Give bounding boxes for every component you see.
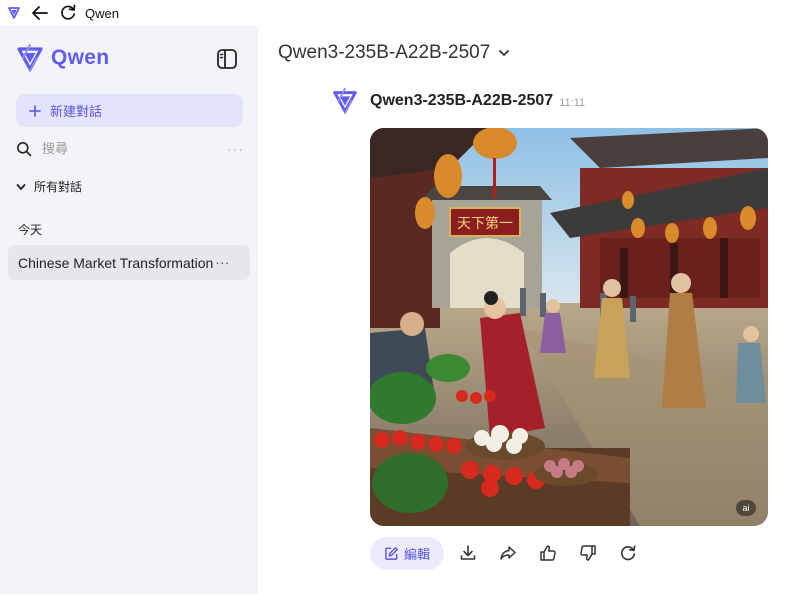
share-icon [500,546,516,560]
download-icon [460,545,476,560]
message-header: Qwen3-235B-A22B-2507 11:11 [330,86,585,116]
reload-icon [61,4,76,20]
thumbs-down-icon [580,545,596,561]
thumbs-up-button[interactable] [538,543,558,563]
edit-button[interactable]: 編輯 [370,536,444,570]
plus-icon [28,104,42,118]
qwen-logo-icon [17,44,43,72]
ai-generated-badge: ai [736,500,756,516]
chat-item-title: Chinese Market Transformation [18,254,214,271]
edit-icon [385,546,398,560]
regenerate-icon [620,545,636,561]
new-chat-label: 新建對話 [50,104,103,119]
sidebar: Qwen 新建對話 ··· 所有對話 今天 Chinese Market Tra… [0,26,258,594]
all-chats-label: 所有對話 [34,180,83,194]
qwen-app-icon [5,4,23,22]
message-actions: 編輯 [370,536,638,570]
share-button[interactable] [498,543,518,563]
section-heading-today: 今天 [18,223,43,237]
edit-label: 編輯 [403,546,430,562]
search-input[interactable] [42,141,202,157]
model-name: Qwen3-235B-A22B-2507 [278,42,491,63]
market-scene-illustration: 天下第一 [370,128,768,526]
model-selector[interactable]: Qwen3-235B-A22B-2507 [278,42,510,64]
window-title: Qwen [85,5,119,21]
download-button[interactable] [458,543,478,563]
sidebar-toggle-button[interactable] [214,46,240,72]
window-titlebar: Qwen [0,0,800,26]
gate-sign-text: 天下第一 [457,215,513,232]
generated-image[interactable]: 天下第一 ai [370,128,768,526]
new-chat-button[interactable]: 新建對話 [16,94,243,127]
reload-button[interactable] [57,2,79,24]
thumbs-down-button[interactable] [578,543,598,563]
chat-list-item[interactable]: Chinese Market Transformation ··· [8,245,250,280]
sidebar-toggle-icon [217,49,237,69]
brand[interactable]: Qwen [14,42,109,74]
arrow-left-icon [32,6,48,20]
all-chats-toggle[interactable]: 所有對話 [16,178,82,195]
thumbs-up-icon [540,545,556,561]
regenerate-button[interactable] [618,543,638,563]
message-sender: Qwen3-235B-A22B-2507 [370,92,554,109]
chat-item-more-button[interactable]: ··· [215,255,230,270]
search-more-button[interactable]: ··· [227,141,244,157]
chevron-down-icon [16,183,26,190]
chevron-down-icon [499,50,510,56]
assistant-avatar [333,87,357,115]
brand-name: Qwen [51,46,110,69]
back-button[interactable] [29,2,51,24]
search-row: ··· [16,138,244,160]
search-icon [17,142,32,157]
message-timestamp: 11:11 [559,96,586,109]
